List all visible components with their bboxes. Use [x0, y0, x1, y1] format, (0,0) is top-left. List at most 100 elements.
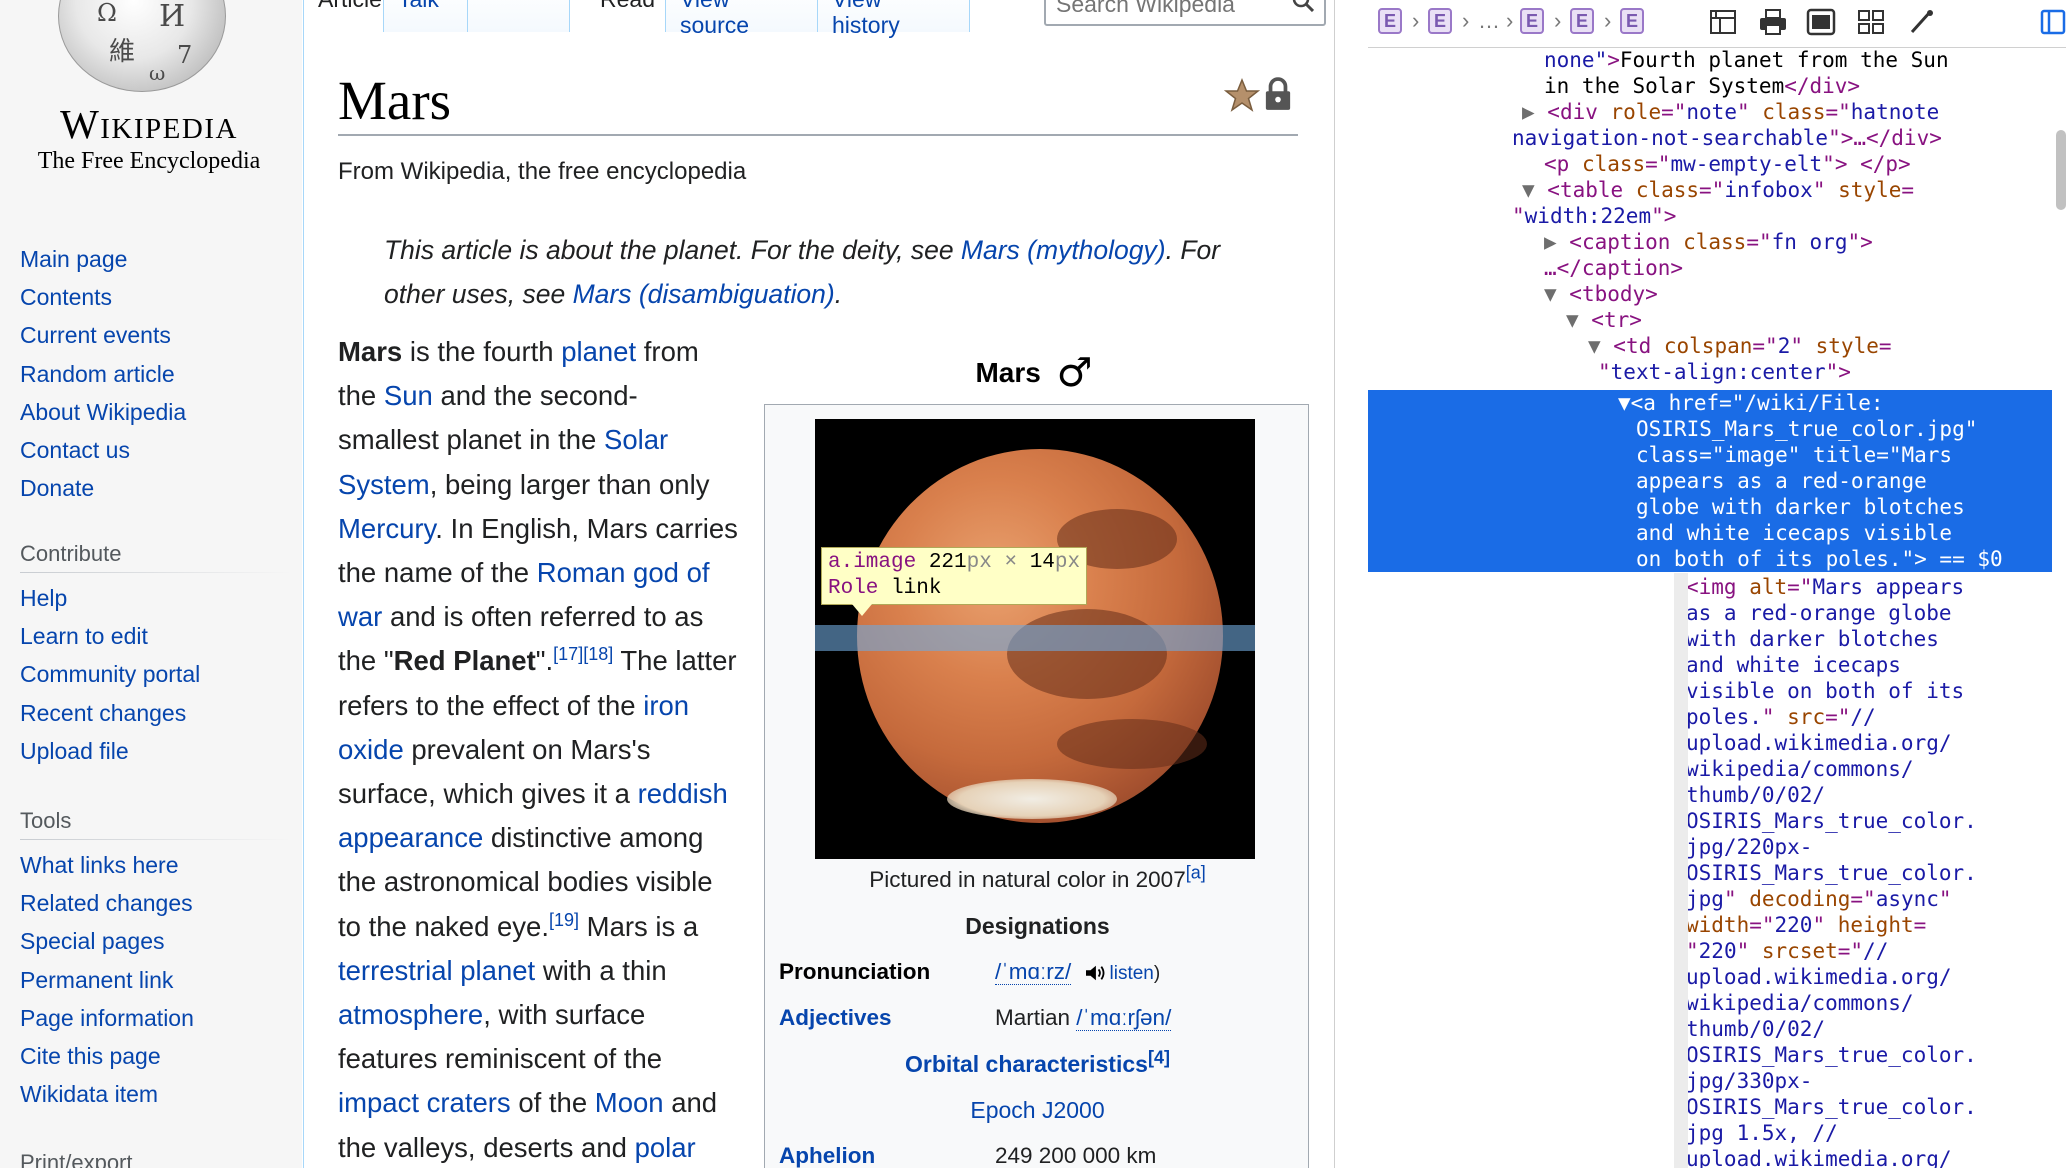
protection-lock-icon[interactable] — [1264, 76, 1292, 112]
tools-link-special-pages[interactable]: Special pages — [20, 922, 292, 960]
dom-tree-line[interactable]: wikipedia/commons/ — [1686, 756, 1914, 782]
dom-tree-line[interactable]: thumb/0/02/ — [1686, 1016, 1825, 1042]
link-atmosphere[interactable]: atmosphere — [338, 999, 483, 1030]
dom-tree-line[interactable]: "220" srcset="// — [1686, 938, 1888, 964]
box-model-icon[interactable] — [1708, 8, 1738, 36]
search-input[interactable] — [1056, 0, 1276, 24]
dom-tree-line[interactable]: in the Solar System</div> — [1544, 73, 1860, 99]
dom-tree-line[interactable]: width="220" height= — [1686, 912, 1926, 938]
dom-tree-line[interactable]: ▶ <caption class="fn org"> — [1544, 229, 1873, 255]
search-icon[interactable] — [1292, 0, 1314, 12]
dom-tree-line[interactable]: upload.wikimedia.org/ — [1686, 964, 1952, 990]
color-picker-icon[interactable] — [1906, 8, 1936, 36]
dom-tree-line[interactable]: "width:22em"> — [1512, 203, 1676, 229]
breadcrumb-element[interactable]: E — [1570, 8, 1594, 34]
speaker-icon[interactable] — [1084, 964, 1106, 982]
breadcrumb-element[interactable]: E — [1428, 8, 1452, 34]
tab-talk[interactable]: Talk — [384, 0, 468, 32]
contribute-link-help[interactable]: Help — [20, 579, 292, 617]
dom-tree-line[interactable]: ▼ <table class="infobox" style= — [1522, 177, 1914, 203]
aphelion-label[interactable]: Aphelion — [779, 1143, 875, 1168]
nav-link-random-article[interactable]: Random article — [20, 355, 292, 393]
tools-link-wikidata-item[interactable]: Wikidata item — [20, 1075, 292, 1113]
tools-link-permanent-link[interactable]: Permanent link — [20, 961, 292, 999]
dom-tree-line[interactable]: OSIRIS_Mars_true_color. — [1686, 860, 1977, 886]
selected-dom-node[interactable]: ▼<a href="/wiki/File: OSIRIS_Mars_true_co… — [1368, 390, 2052, 572]
nav-link-current-events[interactable]: Current events — [20, 316, 292, 354]
reference-17-18[interactable]: [17][18] — [553, 644, 613, 664]
orbital-characteristics-text[interactable]: Orbital characteristics — [905, 1051, 1148, 1077]
tools-link-cite-this-page[interactable]: Cite this page — [20, 1037, 292, 1075]
dom-tree-line[interactable]: jpg/330px- — [1686, 1068, 1812, 1094]
dom-tree-line[interactable]: ▼ <tbody> — [1544, 281, 1658, 307]
dom-tree-line[interactable]: visible on both of its — [1686, 678, 1964, 704]
dom-tree-line[interactable]: jpg/220px- — [1686, 834, 1812, 860]
link-planet[interactable]: planet — [561, 336, 636, 367]
tab-article[interactable]: Article — [304, 0, 384, 32]
reference-4[interactable]: [4] — [1148, 1047, 1170, 1067]
dom-tree-line[interactable]: jpg 1.5x, // — [1686, 1120, 1838, 1146]
dom-tree-line[interactable]: <p class="mw-empty-elt"> </p> — [1544, 151, 1911, 177]
print-export-heading[interactable]: Print/export — [20, 1150, 292, 1168]
nav-link-main-page[interactable]: Main page — [20, 240, 292, 278]
breadcrumb-element[interactable]: E — [1520, 8, 1544, 34]
adjectives-label[interactable]: Adjectives — [779, 1005, 892, 1031]
listen-link[interactable]: listen — [1110, 963, 1154, 984]
dom-tree-line[interactable]: wikipedia/commons/ — [1686, 990, 1914, 1016]
dom-tree-line[interactable]: upload.wikimedia.org/ — [1686, 730, 1952, 756]
orbital-characteristics-header[interactable]: Orbital characteristics[4] — [765, 1048, 1310, 1078]
screenshot-icon[interactable] — [1806, 8, 1836, 36]
dom-tree-line[interactable]: thumb/0/02/ — [1686, 782, 1825, 808]
dom-tree-line[interactable]: ▼ <tr> — [1566, 307, 1642, 333]
dom-tree-line[interactable]: poles." src="// — [1686, 704, 1876, 730]
breadcrumb-ellipsis[interactable]: … — [1478, 8, 1500, 34]
contribute-link-recent-changes[interactable]: Recent changes — [20, 694, 292, 732]
tab-view-source[interactable]: View source — [666, 0, 818, 38]
dom-tree-line[interactable]: navigation-not-searchable">…</div> — [1512, 125, 1942, 151]
nav-link-donate[interactable]: Donate — [20, 469, 292, 507]
tab-read[interactable]: Read — [586, 0, 666, 32]
mars-image[interactable]: a.image 221px × 14px Role link — [815, 419, 1255, 859]
featured-star-icon[interactable] — [1224, 78, 1260, 114]
print-icon[interactable] — [1758, 8, 1788, 36]
reference-a[interactable]: [a] — [1186, 863, 1206, 883]
link-terrestrial-planet[interactable]: terrestrial planet — [338, 955, 535, 986]
nav-link-about[interactable]: About Wikipedia — [20, 393, 292, 431]
toggle-sidebar-icon[interactable] — [2038, 8, 2066, 36]
link-sun[interactable]: Sun — [384, 380, 433, 411]
nav-link-contents[interactable]: Contents — [20, 278, 292, 316]
link-moon[interactable]: Moon — [595, 1087, 664, 1118]
hatnote-link-disambiguation[interactable]: Mars (disambiguation) — [573, 279, 835, 309]
dom-tree-line[interactable]: none">Fourth planet from the Sun — [1544, 49, 1949, 73]
dom-tree-line[interactable]: OSIRIS_Mars_true_color. — [1686, 1094, 1977, 1120]
dom-tree-line[interactable]: upload.wikimedia.org/ — [1686, 1146, 1952, 1168]
tools-link-what-links-here[interactable]: What links here — [20, 846, 292, 884]
grid-layout-icon[interactable] — [1856, 8, 1886, 36]
wikipedia-logo[interactable]: Ω И 維 7 ω Wikipedia The Free Encyclopedi… — [20, 0, 270, 190]
tools-link-related-changes[interactable]: Related changes — [20, 884, 292, 922]
link-mercury[interactable]: Mercury — [338, 513, 435, 544]
dom-tree-line[interactable]: jpg" decoding="async" — [1686, 886, 1952, 912]
breadcrumb-element[interactable]: E — [1378, 8, 1402, 34]
contribute-link-learn-to-edit[interactable]: Learn to edit — [20, 617, 292, 655]
dom-tree-line[interactable]: with darker blotches — [1686, 626, 1939, 652]
contribute-link-community-portal[interactable]: Community portal — [20, 655, 292, 693]
dom-tree-line[interactable]: OSIRIS_Mars_true_color. — [1686, 1042, 1977, 1068]
dom-tree-line[interactable]: "text-align:center"> — [1598, 359, 1851, 385]
hatnote-link-mythology[interactable]: Mars (mythology) — [961, 235, 1166, 265]
dom-tree-line[interactable]: …</caption> — [1544, 255, 1683, 281]
tab-view-history[interactable]: View history — [818, 0, 970, 38]
dom-tree-line[interactable]: ▶ <div role="note" class="hatnote — [1522, 99, 1939, 125]
dom-tree-line[interactable]: as a red-orange globe — [1686, 600, 1952, 626]
link-impact-craters[interactable]: impact craters — [338, 1087, 511, 1118]
dom-tree-line[interactable]: <img alt="Mars appears — [1686, 574, 1964, 600]
tools-link-page-information[interactable]: Page information — [20, 999, 292, 1037]
pronunciation-ipa[interactable]: /ˈmɑːrz/ — [995, 959, 1072, 985]
epoch-link[interactable]: Epoch J2000 — [765, 1097, 1310, 1124]
reference-19[interactable]: [19] — [549, 909, 579, 929]
link-polar[interactable]: polar — [635, 1132, 696, 1163]
dom-tree-line[interactable]: ▼ <td colspan="2" style= — [1588, 333, 1892, 359]
dom-tree-line[interactable]: and white icecaps — [1686, 652, 1901, 678]
dom-tree-line[interactable]: OSIRIS_Mars_true_color. — [1686, 808, 1977, 834]
devtools-scrollbar[interactable] — [2056, 130, 2066, 210]
